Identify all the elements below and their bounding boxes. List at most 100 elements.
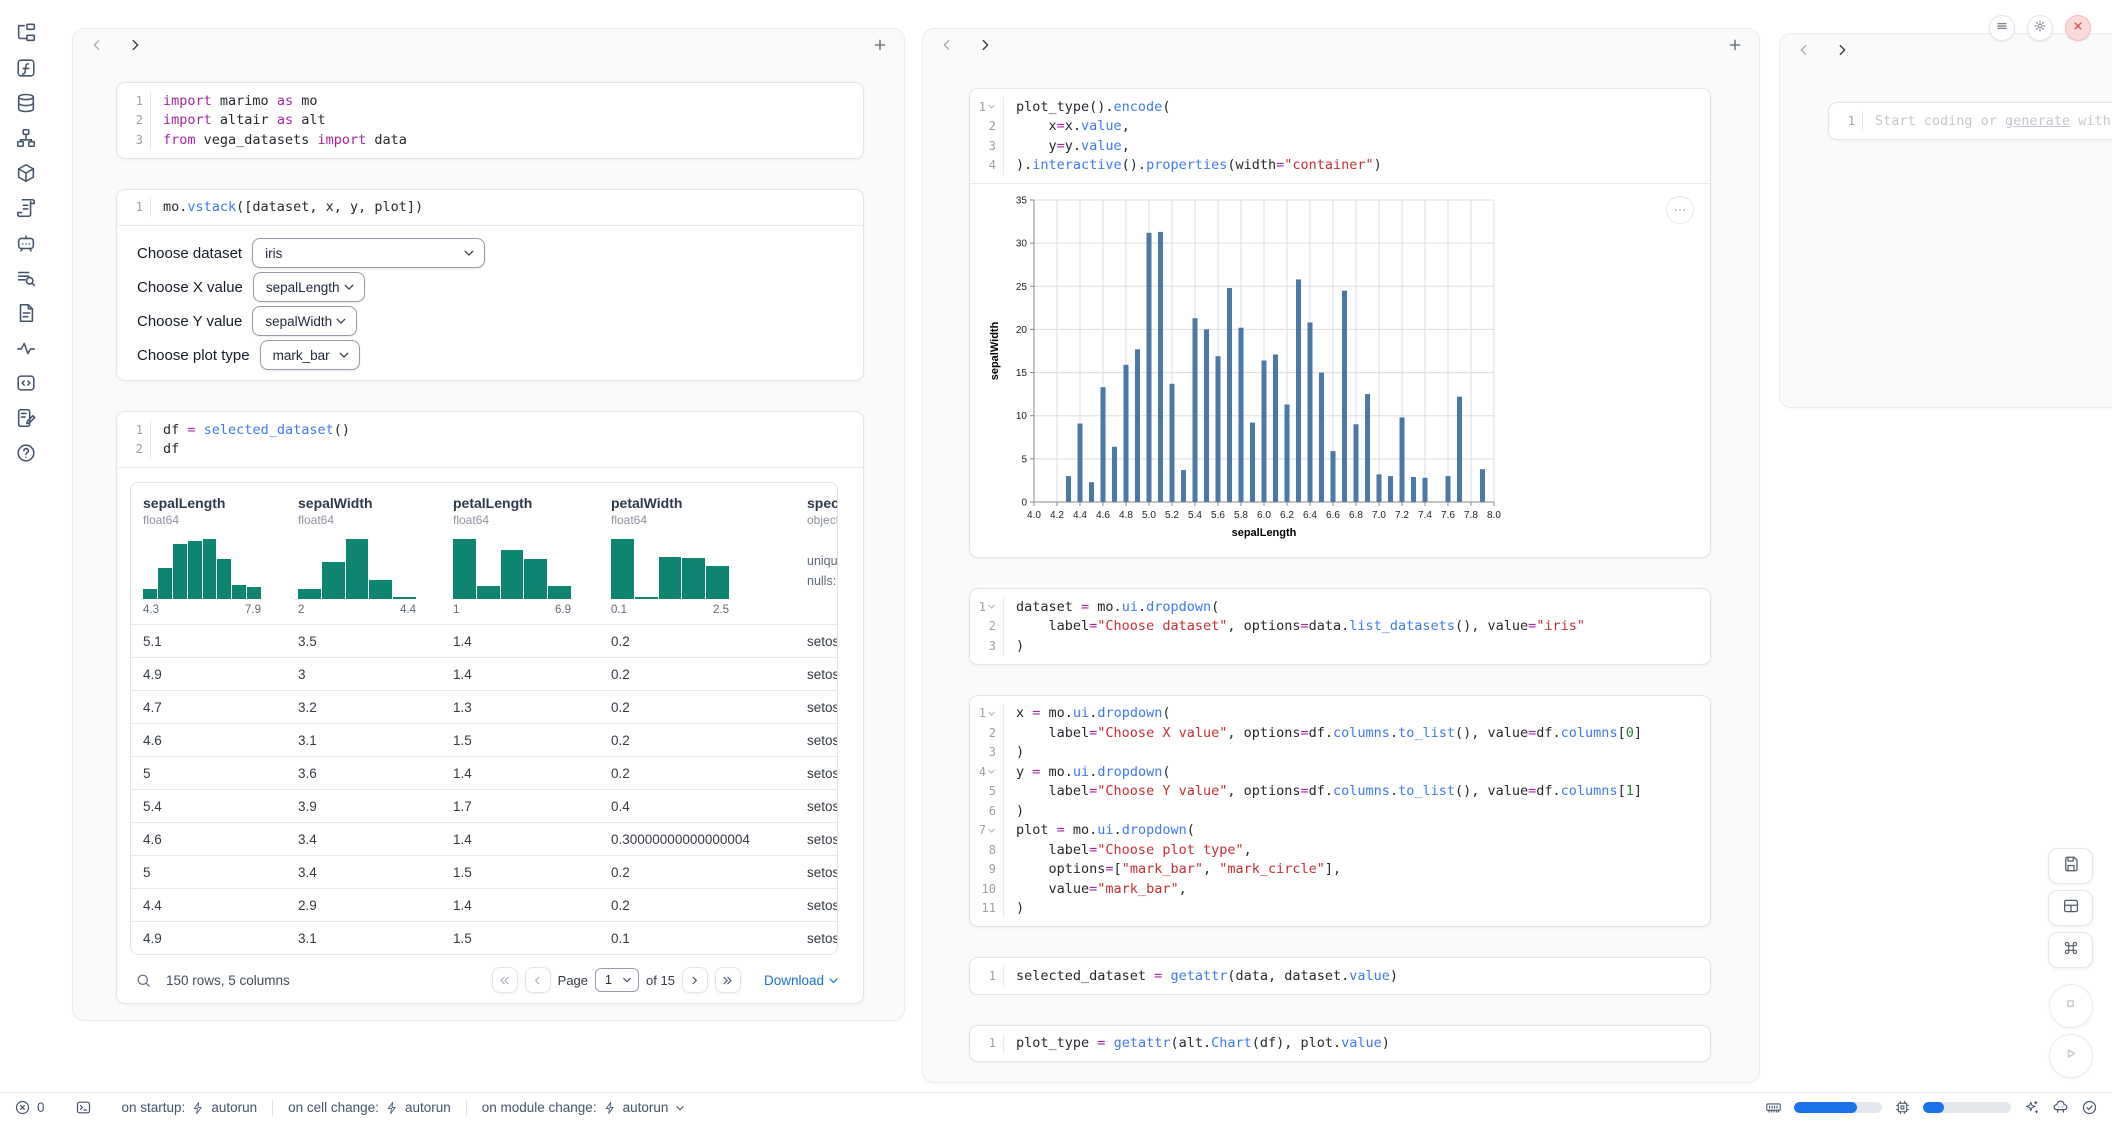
sidebar-package-icon[interactable] bbox=[15, 162, 37, 184]
code-editor[interactable]: 1plot_type().encode(2 x=x.value,3 y=y.va… bbox=[970, 89, 1710, 183]
dataset-select[interactable]: iris bbox=[252, 238, 485, 268]
table-row[interactable]: 5.13.51.40.2setosa bbox=[131, 624, 838, 657]
code-editor[interactable]: 1x = mo.ui.dropdown(2 label="Choose X va… bbox=[970, 696, 1710, 927]
sidebar-tracing-icon[interactable] bbox=[15, 337, 37, 359]
prev-page-button[interactable] bbox=[525, 967, 551, 993]
fold-chevron-icon[interactable] bbox=[987, 102, 996, 111]
shortcuts-button[interactable] bbox=[2048, 932, 2093, 968]
table-row[interactable]: 4.93.11.50.1setosa bbox=[131, 921, 838, 954]
chevron-left-icon[interactable] bbox=[939, 37, 955, 53]
column-header-species[interactable]: speciesobjectunique:nulls: bbox=[795, 495, 838, 616]
code-line[interactable]: 7plot = mo.ui.dropdown( bbox=[970, 821, 1710, 841]
terminal-button[interactable] bbox=[60, 1099, 107, 1116]
chart-menu-button[interactable] bbox=[1666, 196, 1694, 224]
first-page-button[interactable] bbox=[492, 967, 518, 993]
code-line[interactable]: 1x = mo.ui.dropdown( bbox=[970, 704, 1710, 724]
settings-button[interactable] bbox=[2027, 15, 2053, 41]
fold-chevron-icon[interactable] bbox=[987, 826, 996, 835]
code-line[interactable]: 4y = mo.ui.dropdown( bbox=[970, 762, 1710, 782]
sidebar-logs-icon[interactable] bbox=[15, 267, 37, 289]
chevron-left-icon[interactable] bbox=[1796, 42, 1812, 58]
on-module-change-setting[interactable]: on module change: autorun bbox=[467, 1100, 702, 1115]
plot-type-select[interactable]: mark_bar bbox=[260, 340, 360, 370]
code-editor[interactable]: 1selected_dataset = getattr(data, datase… bbox=[970, 958, 1710, 994]
next-page-button[interactable] bbox=[682, 967, 708, 993]
sidebar-script-icon[interactable] bbox=[15, 197, 37, 219]
table-row[interactable]: 4.63.41.40.30000000000000004setosa bbox=[131, 822, 838, 855]
sidebar-file-tree-icon[interactable] bbox=[15, 22, 37, 44]
code-line[interactable]: 3from vega_datasets import data bbox=[117, 130, 863, 150]
close-button[interactable] bbox=[2065, 15, 2091, 41]
code-line[interactable]: 6) bbox=[970, 801, 1710, 821]
code-line[interactable]: 3) bbox=[970, 636, 1710, 656]
chevron-right-icon[interactable] bbox=[1834, 42, 1850, 58]
petalWidth-histogram[interactable] bbox=[611, 539, 729, 599]
sepalLength-histogram[interactable] bbox=[143, 539, 261, 599]
code-line[interactable]: 3) bbox=[970, 743, 1710, 763]
sidebar-dependency-graph-icon[interactable] bbox=[15, 127, 37, 149]
petalLength-histogram[interactable] bbox=[453, 539, 571, 599]
code-line[interactable]: 9 options=["mark_bar", "mark_circle"], bbox=[970, 860, 1710, 880]
ai-sparkle-icon[interactable] bbox=[2023, 1099, 2040, 1116]
connection-status-icon[interactable] bbox=[2081, 1099, 2098, 1116]
on-startup-setting[interactable]: on startup: autorun bbox=[107, 1100, 273, 1115]
code-line[interactable]: 11) bbox=[970, 899, 1710, 919]
add-cell-icon[interactable] bbox=[1727, 37, 1743, 53]
code-line[interactable]: 1dataset = mo.ui.dropdown( bbox=[970, 597, 1710, 617]
code-editor[interactable]: 1df = selected_dataset()2df bbox=[117, 412, 863, 467]
table-row[interactable]: 5.43.91.70.4setosa bbox=[131, 789, 838, 822]
code-line[interactable]: 3 y=y.value, bbox=[970, 136, 1710, 156]
last-page-button[interactable] bbox=[715, 967, 741, 993]
table-row[interactable]: 4.931.40.2setosa bbox=[131, 657, 838, 690]
sidebar-database-icon[interactable] bbox=[15, 92, 37, 114]
sidebar-document-icon[interactable] bbox=[15, 302, 37, 324]
sidebar-snippets-icon[interactable] bbox=[15, 372, 37, 394]
fold-chevron-icon[interactable] bbox=[987, 767, 996, 776]
save-button[interactable] bbox=[2048, 848, 2093, 884]
code-line[interactable]: 1plot_type = getattr(alt.Chart(df), plot… bbox=[970, 1034, 1710, 1054]
sidebar-help-icon[interactable] bbox=[15, 442, 37, 464]
altair-bar-chart[interactable]: 4.04.24.44.64.85.05.25.45.65.86.06.26.46… bbox=[986, 194, 1506, 542]
x-value-select[interactable]: sepalLength bbox=[253, 272, 365, 302]
search-icon[interactable] bbox=[135, 972, 152, 989]
code-line[interactable]: 10 value="mark_bar", bbox=[970, 879, 1710, 899]
chevron-right-icon[interactable] bbox=[127, 37, 143, 53]
code-editor[interactable]: 1plot_type = getattr(alt.Chart(df), plot… bbox=[970, 1026, 1710, 1062]
error-counter[interactable]: 0 bbox=[14, 1099, 60, 1116]
stop-button[interactable] bbox=[2049, 984, 2093, 1028]
sepalWidth-histogram[interactable] bbox=[298, 539, 416, 599]
table-row[interactable]: 53.41.50.2setosa bbox=[131, 855, 838, 888]
editor-placeholder[interactable]: Start coding or generate with AI bbox=[1863, 113, 2112, 129]
code-line[interactable]: 1import marimo as mo bbox=[117, 91, 863, 111]
table-row[interactable]: 4.63.11.50.2setosa bbox=[131, 723, 838, 756]
code-line[interactable]: 2 x=x.value, bbox=[970, 117, 1710, 137]
chevron-left-icon[interactable] bbox=[89, 37, 105, 53]
code-line[interactable]: 1df = selected_dataset() bbox=[117, 420, 863, 440]
code-line[interactable]: 2 label="Choose dataset", options=data.l… bbox=[970, 617, 1710, 637]
sidebar-chat-icon[interactable] bbox=[15, 232, 37, 254]
chevron-right-icon[interactable] bbox=[977, 37, 993, 53]
fold-chevron-icon[interactable] bbox=[987, 709, 996, 718]
column-header-sepalWidth[interactable]: sepalWidthfloat6424.4 bbox=[286, 495, 441, 616]
code-line[interactable]: 1mo.vstack([dataset, x, y, plot]) bbox=[117, 198, 863, 218]
column-header-petalWidth[interactable]: petalWidthfloat640.12.5 bbox=[599, 495, 795, 616]
download-button[interactable]: Download bbox=[764, 973, 840, 988]
empty-code-cell[interactable]: 1 Start coding or generate with AI bbox=[1828, 102, 2112, 140]
generate-link[interactable]: generate bbox=[2005, 113, 2070, 129]
table-row[interactable]: 53.61.40.2setosa bbox=[131, 756, 838, 789]
column-header-petalLength[interactable]: petalLengthfloat6416.9 bbox=[441, 495, 599, 616]
code-line[interactable]: 2 label="Choose X value", options=df.col… bbox=[970, 723, 1710, 743]
fold-chevron-icon[interactable] bbox=[987, 602, 996, 611]
run-button[interactable] bbox=[2049, 1034, 2093, 1078]
table-row[interactable]: 4.42.91.40.2setosa bbox=[131, 888, 838, 921]
add-cell-icon[interactable] bbox=[872, 37, 888, 53]
code-line[interactable]: 8 label="Choose plot type", bbox=[970, 840, 1710, 860]
layout-button[interactable] bbox=[2048, 890, 2093, 926]
code-line[interactable]: 1selected_dataset = getattr(data, datase… bbox=[970, 966, 1710, 986]
page-select[interactable]: 1 bbox=[595, 968, 639, 992]
code-editor[interactable]: 1import marimo as mo2import altair as al… bbox=[117, 83, 863, 158]
column-header-sepalLength[interactable]: sepalLengthfloat644.37.9 bbox=[131, 495, 286, 616]
code-line[interactable]: 4).interactive().properties(width="conta… bbox=[970, 156, 1710, 176]
code-line[interactable]: 2import altair as alt bbox=[117, 111, 863, 131]
on-cell-change-setting[interactable]: on cell change: autorun bbox=[273, 1100, 466, 1115]
